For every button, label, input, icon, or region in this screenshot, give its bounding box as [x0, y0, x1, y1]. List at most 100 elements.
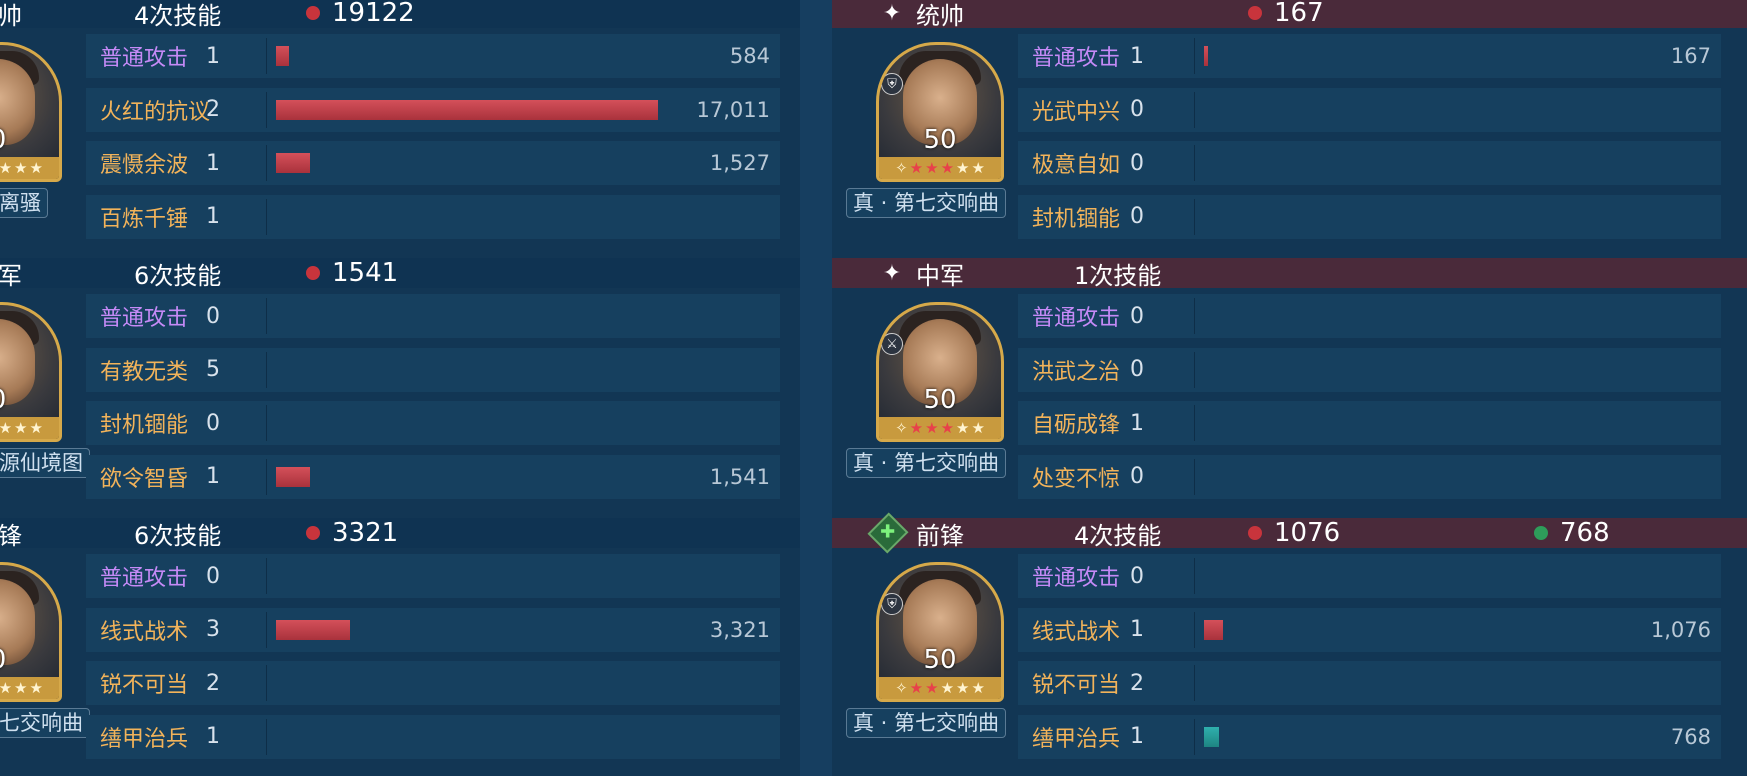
- row-divider: [266, 665, 267, 701]
- star-icon: ★: [909, 159, 924, 177]
- star-icon: ★: [14, 419, 28, 437]
- hero-level: 50: [923, 125, 957, 155]
- troop-badge-icon: ⛨: [881, 73, 903, 95]
- damage-total-value: 3321: [332, 518, 399, 548]
- hero-level: 0: [0, 645, 59, 675]
- hero-level: 50: [923, 645, 957, 675]
- skill-name: 普通攻击: [1032, 566, 1121, 591]
- skill-count: 0: [1130, 464, 1144, 489]
- hero-stars: ✧★★★★★: [879, 417, 1001, 439]
- equipment-tag[interactable]: 七交响曲: [0, 708, 90, 738]
- damage-total-value: 1541: [332, 258, 399, 288]
- role-label: 锋: [0, 521, 22, 550]
- skill-name: 普通攻击: [1032, 46, 1121, 71]
- star-icon: ★: [0, 159, 12, 177]
- section-header: 帅 4次技能 19122: [0, 0, 800, 30]
- skill-value: 3,321: [709, 617, 770, 642]
- skill-name: 普通攻击: [100, 306, 189, 331]
- row-divider: [1194, 145, 1195, 181]
- equipment-tag[interactable]: 真 · 第七交响曲: [846, 188, 1007, 218]
- skill-row: 洪武之治 0: [1018, 347, 1721, 392]
- skill-count: 1: [206, 204, 220, 229]
- skill-count: 0: [206, 410, 220, 436]
- skill-count: 1: [206, 150, 220, 176]
- role-label: 中军: [916, 261, 964, 290]
- hero-portrait[interactable]: 0✧★★★★★: [0, 42, 62, 182]
- row-divider: [266, 145, 267, 181]
- skill-times-label: 4次技能: [1074, 521, 1162, 550]
- damage-total-value: 19122: [332, 0, 415, 28]
- row-divider: [266, 38, 267, 74]
- row-divider: [266, 611, 267, 648]
- row-divider: [1194, 38, 1195, 74]
- star-icon: ★: [29, 419, 43, 437]
- heal-badge-icon: ✚: [867, 512, 909, 554]
- star-icon: ★: [29, 679, 43, 697]
- star-icon: ★: [956, 159, 970, 177]
- star-icon: ✧: [895, 679, 908, 697]
- skill-name: 普通攻击: [100, 46, 189, 71]
- section-header: ✦ 中军 1次技能: [832, 258, 1747, 290]
- row-divider: [266, 298, 267, 334]
- hero-portrait[interactable]: ⛨ 50 ✧ ★ ★ ★ ★ ★: [876, 42, 1004, 182]
- row-divider: [1194, 558, 1195, 594]
- heal-bar: [1204, 726, 1219, 747]
- hero-portrait[interactable]: ⚔ 50 ✧ ★ ★ ★ ★ ★: [876, 302, 1004, 442]
- skill-row: 缮甲治兵 1: [86, 714, 780, 759]
- star-icon: ★: [971, 419, 985, 437]
- heal-total-value: 768: [1560, 518, 1610, 548]
- role-label: 前锋: [916, 521, 964, 550]
- star-icon: ★: [925, 419, 939, 437]
- skill-times-label: 1次技能: [1074, 261, 1162, 290]
- equipment-tag[interactable]: 真 · 第七交响曲: [846, 448, 1007, 478]
- row-divider: [266, 718, 267, 755]
- star-icon: ★: [971, 679, 985, 697]
- skill-row: 震慑余波 1 1,527: [86, 141, 780, 185]
- skill-row: 锐不可当 2: [1018, 661, 1721, 705]
- skill-row: 缮甲治兵 1 768: [1018, 714, 1721, 759]
- row-divider: [1194, 611, 1195, 648]
- section-header: 军 6次技能 1541: [0, 258, 800, 290]
- damage-total-value: 1076: [1274, 518, 1341, 548]
- skill-times-label: 4次技能: [134, 1, 222, 30]
- star-icon: ✧: [895, 159, 908, 177]
- skill-value: 1,541: [709, 464, 770, 489]
- skill-value: 167: [1670, 44, 1711, 68]
- skill-name: 洪武之治: [1032, 359, 1121, 385]
- skill-name: 封机锢能: [100, 413, 189, 438]
- star-icon: ★: [14, 159, 28, 177]
- equipment-tag[interactable]: 真 · 第七交响曲: [846, 708, 1007, 738]
- skill-row: 普通攻击 0: [86, 294, 780, 338]
- skill-count: 2: [206, 670, 220, 696]
- damage-dot-icon: [306, 266, 320, 280]
- role-label: 统帅: [916, 1, 964, 30]
- skill-value: 1,527: [709, 151, 770, 175]
- damage-bar: [276, 153, 310, 173]
- equipment-tag[interactable]: 源仙境图: [0, 448, 90, 478]
- row-divider: [266, 91, 267, 128]
- skill-name: 欲令智昏: [100, 466, 189, 492]
- row-divider: [1194, 298, 1195, 334]
- hero-portrait[interactable]: ⛨ 50 ✧ ★ ★ ★ ★ ★: [876, 562, 1004, 702]
- damage-bar: [276, 619, 350, 640]
- skill-row: 普通攻击 1 584: [86, 34, 780, 78]
- skill-row: 线式战术 1 1,076: [1018, 607, 1721, 652]
- skill-row: 火红的抗议 2 17,011: [86, 87, 780, 132]
- sparkle-icon: ✦: [882, 260, 902, 286]
- skill-name: 普通攻击: [100, 566, 189, 591]
- hero-portrait[interactable]: 0✧★★★★★: [0, 562, 62, 702]
- damage-total-value: 167: [1274, 0, 1324, 28]
- skill-count: 2: [1130, 670, 1144, 696]
- row-divider: [1194, 405, 1195, 441]
- equipment-tag[interactable]: 离骚: [0, 188, 48, 218]
- skill-count: 0: [1130, 204, 1144, 229]
- skill-value: 17,011: [696, 97, 770, 122]
- star-icon: ★: [956, 419, 970, 437]
- star-icon: ★: [956, 679, 970, 697]
- row-divider: [1194, 718, 1195, 755]
- damage-bar: [276, 99, 658, 120]
- right-section-0: ✦ 统帅 167 ⛨ 50 ✧ ★ ★ ★ ★ ★ 真 · 第七交响曲 普通攻击 1 167 光武中兴 0 极意自…: [832, 0, 1747, 260]
- right-team-panel: ✦ 统帅 167 ⛨ 50 ✧ ★ ★ ★ ★ ★ 真 · 第七交响曲 普通攻击 1 167 光武中兴 0 极意自…: [832, 0, 1747, 776]
- hero-portrait[interactable]: 0✧★★★★★: [0, 302, 62, 442]
- skill-count: 1: [206, 464, 220, 489]
